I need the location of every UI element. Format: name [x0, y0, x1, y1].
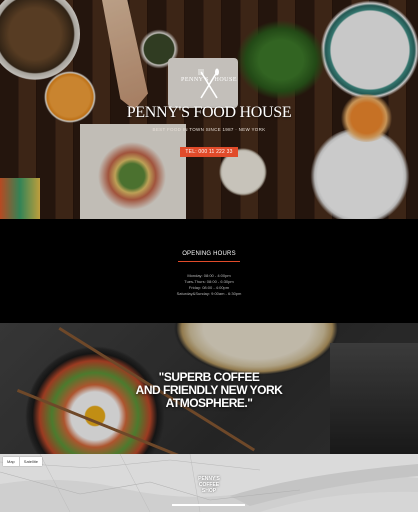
phone-button[interactable]: TEL: 000 11 222 33: [180, 147, 238, 157]
map-type-map[interactable]: Map: [3, 457, 20, 466]
fork-knife-icon: [198, 68, 219, 99]
map-type-satellite[interactable]: Satellite: [20, 457, 42, 466]
map-location-label: PENNY'S COFFEE SHOP: [189, 476, 229, 494]
opening-hours-title: OPENING HOURS: [182, 251, 236, 257]
hero-section: PENNY'S HOUSE PENNY'S FOOD HOUSE BEST FO…: [0, 0, 418, 219]
location-map[interactable]: Map Satellite PENNY'S COFFEE SHOP: [0, 454, 418, 512]
opening-hours-section: OPENING HOURS Monday: 08:00 - 4:00pm Tue…: [0, 219, 418, 323]
hero-tagline: BEST FOOD IN TOWN SINCE 1987 · NEW YORK: [152, 127, 266, 132]
logo-text-left: PENNY'S: [181, 77, 209, 83]
testimonial-quote: "SUPERB COFFEE AND FRIENDLY NEW YORK ATM…: [0, 371, 418, 410]
map-accent-line: [172, 504, 245, 506]
map-type-toggle[interactable]: Map Satellite: [3, 457, 43, 466]
quote-line: ATMOSPHERE.": [165, 396, 253, 410]
accent-divider: [178, 261, 240, 262]
hours-list: Monday: 08:00 - 4:00pm Tues-Thurs: 08:00…: [0, 273, 418, 297]
testimonial-section: "SUPERB COFFEE AND FRIENDLY NEW YORK ATM…: [0, 323, 418, 454]
hours-line: Saturday&Sunday: 9:00am - 6:30pm: [176, 291, 242, 296]
restaurant-logo: PENNY'S HOUSE: [181, 66, 237, 104]
logo-text-right: HOUSE: [214, 77, 237, 83]
restaurant-title: PENNY'S FOOD HOUSE: [126, 104, 292, 121]
pin-line: SHOP: [201, 488, 217, 494]
